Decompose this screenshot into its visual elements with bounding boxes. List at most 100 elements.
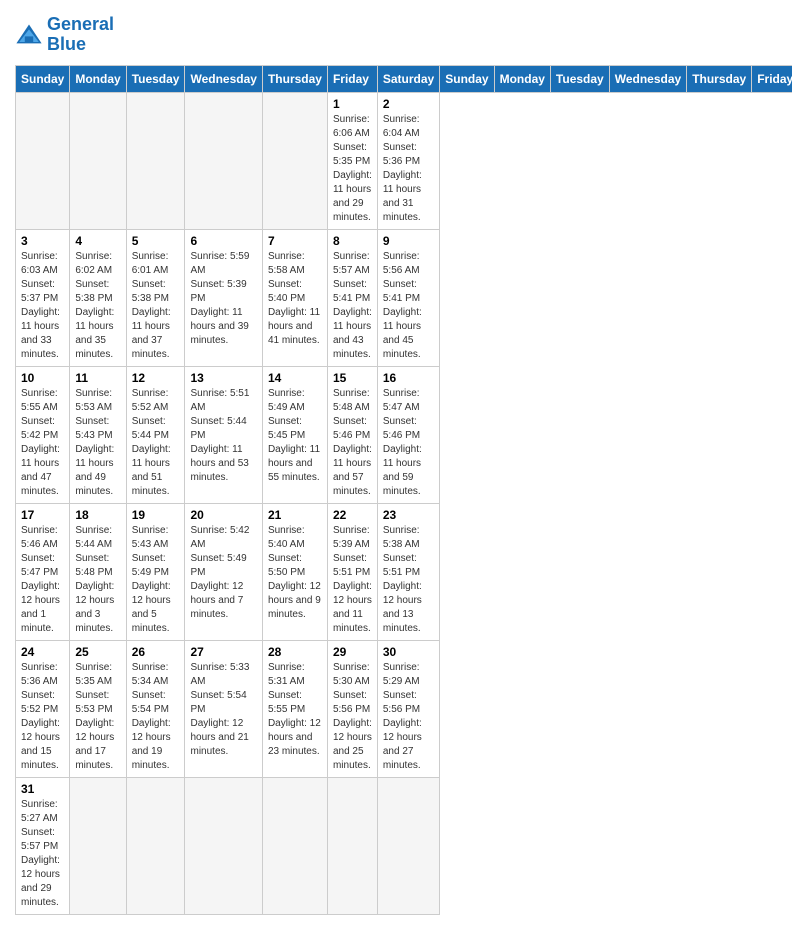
day-info: Sunrise: 5:56 AM Sunset: 5:41 PM Dayligh… [383,250,434,362]
day-info: Sunrise: 5:31 AM Sunset: 5:55 PM Dayligh… [268,661,322,759]
day-info: Sunrise: 6:06 AM Sunset: 5:35 PM Dayligh… [333,113,372,225]
calendar-week-row: 17Sunrise: 5:46 AM Sunset: 5:47 PM Dayli… [16,503,792,640]
day-info: Sunrise: 5:42 AM Sunset: 5:49 PM Dayligh… [190,524,256,622]
calendar-cell: 3 Sunrise: 6:03 AM Sunset: 5:37 PM Daylig… [16,229,70,366]
day-of-week-header: Wednesday [185,65,262,92]
calendar-cell [262,92,327,229]
calendar-cell: 30 Sunrise: 5:29 AM Sunset: 5:56 PM Dayli… [377,640,439,777]
day-number: 4 [75,234,120,248]
day-of-week-header: Thursday [687,65,752,92]
calendar-week-row: 1 Sunrise: 6:06 AM Sunset: 5:35 PM Daylig… [16,92,792,229]
day-number: 11 [75,371,120,385]
day-info: Sunrise: 5:29 AM Sunset: 5:56 PM Dayligh… [383,661,434,773]
day-number: 21 [268,508,322,522]
day-info: Sunrise: 5:49 AM Sunset: 5:45 PM Dayligh… [268,387,322,485]
day-info: Sunrise: 6:01 AM Sunset: 5:38 PM Dayligh… [132,250,180,362]
day-number: 23 [383,508,434,522]
calendar-cell: 19Sunrise: 5:43 AM Sunset: 5:49 PM Dayli… [126,503,185,640]
calendar-cell [16,92,70,229]
calendar-week-row: 10Sunrise: 5:55 AM Sunset: 5:42 PM Dayli… [16,366,792,503]
calendar-cell: 9 Sunrise: 5:56 AM Sunset: 5:41 PM Daylig… [377,229,439,366]
day-number: 16 [383,371,434,385]
calendar-cell: 28 Sunrise: 5:31 AM Sunset: 5:55 PM Dayli… [262,640,327,777]
day-number: 28 [268,645,322,659]
day-of-week-header: Friday [752,65,792,92]
day-number: 5 [132,234,180,248]
day-of-week-header: Sunday [440,65,494,92]
day-number: 27 [190,645,256,659]
day-number: 1 [333,97,372,111]
day-number: 25 [75,645,120,659]
day-number: 3 [21,234,64,248]
day-number: 22 [333,508,372,522]
day-number: 13 [190,371,256,385]
day-number: 26 [132,645,180,659]
calendar-cell: 24Sunrise: 5:36 AM Sunset: 5:52 PM Dayli… [16,640,70,777]
day-info: Sunrise: 5:51 AM Sunset: 5:44 PM Dayligh… [190,387,256,485]
day-of-week-header: Monday [70,65,126,92]
day-info: Sunrise: 5:53 AM Sunset: 5:43 PM Dayligh… [75,387,120,499]
calendar-week-row: 3 Sunrise: 6:03 AM Sunset: 5:37 PM Daylig… [16,229,792,366]
day-number: 19 [132,508,180,522]
calendar-cell [377,777,439,914]
day-number: 9 [383,234,434,248]
day-number: 30 [383,645,434,659]
day-of-week-header: Monday [494,65,550,92]
day-number: 17 [21,508,64,522]
calendar-cell: 15 Sunrise: 5:48 AM Sunset: 5:46 PM Dayli… [327,366,377,503]
calendar-cell: 31Sunrise: 5:27 AM Sunset: 5:57 PM Dayli… [16,777,70,914]
day-of-week-header: Wednesday [609,65,686,92]
calendar-cell [262,777,327,914]
day-info: Sunrise: 5:30 AM Sunset: 5:56 PM Dayligh… [333,661,372,773]
calendar-cell: 8 Sunrise: 5:57 AM Sunset: 5:41 PM Daylig… [327,229,377,366]
logo-icon [15,21,43,49]
calendar-cell: 5 Sunrise: 6:01 AM Sunset: 5:38 PM Daylig… [126,229,185,366]
day-number: 15 [333,371,372,385]
day-info: Sunrise: 6:04 AM Sunset: 5:36 PM Dayligh… [383,113,434,225]
calendar-cell: 10Sunrise: 5:55 AM Sunset: 5:42 PM Dayli… [16,366,70,503]
calendar-cell [70,92,126,229]
calendar-cell [185,92,262,229]
calendar-cell: 13 Sunrise: 5:51 AM Sunset: 5:44 PM Dayli… [185,366,262,503]
day-info: Sunrise: 5:47 AM Sunset: 5:46 PM Dayligh… [383,387,434,499]
calendar-cell: 2Sunrise: 6:04 AM Sunset: 5:36 PM Daylig… [377,92,439,229]
calendar-cell [327,777,377,914]
day-info: Sunrise: 5:52 AM Sunset: 5:44 PM Dayligh… [132,387,180,499]
day-info: Sunrise: 6:03 AM Sunset: 5:37 PM Dayligh… [21,250,64,362]
calendar-cell: 21Sunrise: 5:40 AM Sunset: 5:50 PM Dayli… [262,503,327,640]
day-number: 12 [132,371,180,385]
page-header: General Blue [15,15,777,55]
day-number: 6 [190,234,256,248]
day-info: Sunrise: 5:36 AM Sunset: 5:52 PM Dayligh… [21,661,64,773]
logo: General Blue [15,15,114,55]
day-of-week-header: Friday [327,65,377,92]
day-number: 14 [268,371,322,385]
calendar-cell [126,777,185,914]
calendar-cell [185,777,262,914]
calendar-cell: 18Sunrise: 5:44 AM Sunset: 5:48 PM Dayli… [70,503,126,640]
calendar-cell: 26 Sunrise: 5:34 AM Sunset: 5:54 PM Dayli… [126,640,185,777]
calendar-table: SundayMondayTuesdayWednesdayThursdayFrid… [15,65,792,915]
day-info: Sunrise: 5:27 AM Sunset: 5:57 PM Dayligh… [21,798,64,910]
day-of-week-header: Sunday [16,65,70,92]
calendar-header-row: SundayMondayTuesdayWednesdayThursdayFrid… [16,65,792,92]
calendar-cell: 4 Sunrise: 6:02 AM Sunset: 5:38 PM Daylig… [70,229,126,366]
day-info: Sunrise: 5:34 AM Sunset: 5:54 PM Dayligh… [132,661,180,773]
day-number: 7 [268,234,322,248]
calendar-cell [70,777,126,914]
day-number: 8 [333,234,372,248]
day-info: Sunrise: 5:48 AM Sunset: 5:46 PM Dayligh… [333,387,372,499]
day-of-week-header: Tuesday [550,65,609,92]
calendar-cell: 16 Sunrise: 5:47 AM Sunset: 5:46 PM Dayli… [377,366,439,503]
calendar-cell [126,92,185,229]
day-info: Sunrise: 5:59 AM Sunset: 5:39 PM Dayligh… [190,250,256,348]
day-info: Sunrise: 5:39 AM Sunset: 5:51 PM Dayligh… [333,524,372,636]
calendar-cell: 29 Sunrise: 5:30 AM Sunset: 5:56 PM Dayli… [327,640,377,777]
day-number: 29 [333,645,372,659]
day-info: Sunrise: 5:57 AM Sunset: 5:41 PM Dayligh… [333,250,372,362]
calendar-cell: 23Sunrise: 5:38 AM Sunset: 5:51 PM Dayli… [377,503,439,640]
day-info: Sunrise: 6:02 AM Sunset: 5:38 PM Dayligh… [75,250,120,362]
day-info: Sunrise: 5:33 AM Sunset: 5:54 PM Dayligh… [190,661,256,759]
calendar-cell: 7Sunrise: 5:58 AM Sunset: 5:40 PM Daylig… [262,229,327,366]
calendar-week-row: 31Sunrise: 5:27 AM Sunset: 5:57 PM Dayli… [16,777,792,914]
